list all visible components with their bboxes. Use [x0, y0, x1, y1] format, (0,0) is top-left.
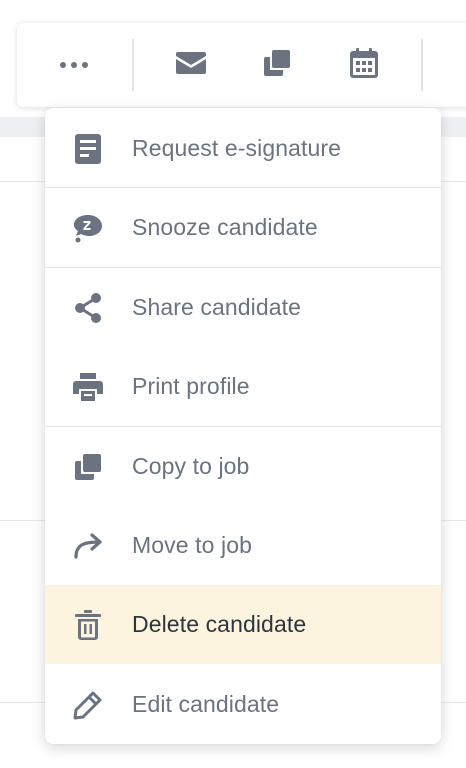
trash-icon [72, 609, 104, 641]
menu-item-request-e-signature[interactable]: Request e-signature [45, 109, 441, 188]
menu-item-label: Snooze candidate [132, 214, 318, 240]
menu-item-label: Move to job [132, 532, 252, 558]
menu-item-label: Copy to job [132, 453, 250, 479]
menu-item-label: Request e-signature [132, 135, 342, 161]
more-actions-menu: Request e-signature Snooze candidate Sha… [45, 108, 441, 744]
schedule-button[interactable] [344, 45, 384, 85]
copy-icon [72, 451, 104, 483]
menu-item-label: Edit candidate [132, 691, 280, 717]
toolbar-divider [421, 39, 423, 91]
copy-icon [263, 49, 291, 82]
more-horizontal-icon [59, 56, 89, 74]
menu-item-label: Share candidate [132, 294, 302, 320]
document-icon [72, 133, 104, 165]
toolbar-divider [132, 39, 134, 91]
more-actions-button[interactable] [54, 45, 94, 85]
copy-button[interactable] [257, 45, 297, 85]
candidate-action-toolbar [17, 23, 466, 107]
menu-item-move-to-job[interactable]: Move to job [45, 506, 441, 585]
menu-item-print-profile[interactable]: Print profile [45, 347, 441, 426]
printer-icon [72, 371, 104, 403]
forward-arrow-icon [72, 530, 104, 562]
menu-item-label: Print profile [132, 373, 250, 399]
menu-item-edit-candidate[interactable]: Edit candidate [45, 665, 441, 744]
menu-item-copy-to-job[interactable]: Copy to job [45, 427, 441, 506]
menu-item-snooze-candidate[interactable]: Snooze candidate [45, 188, 441, 267]
menu-item-label: Delete candidate [132, 611, 307, 637]
envelope-icon [176, 51, 206, 80]
snooze-icon [72, 212, 104, 244]
calendar-icon [350, 47, 378, 83]
menu-item-share-candidate[interactable]: Share candidate [45, 268, 441, 347]
menu-item-delete-candidate[interactable]: Delete candidate [45, 585, 441, 664]
email-button[interactable] [171, 45, 211, 85]
pencil-icon [72, 689, 104, 721]
share-icon [72, 292, 104, 324]
